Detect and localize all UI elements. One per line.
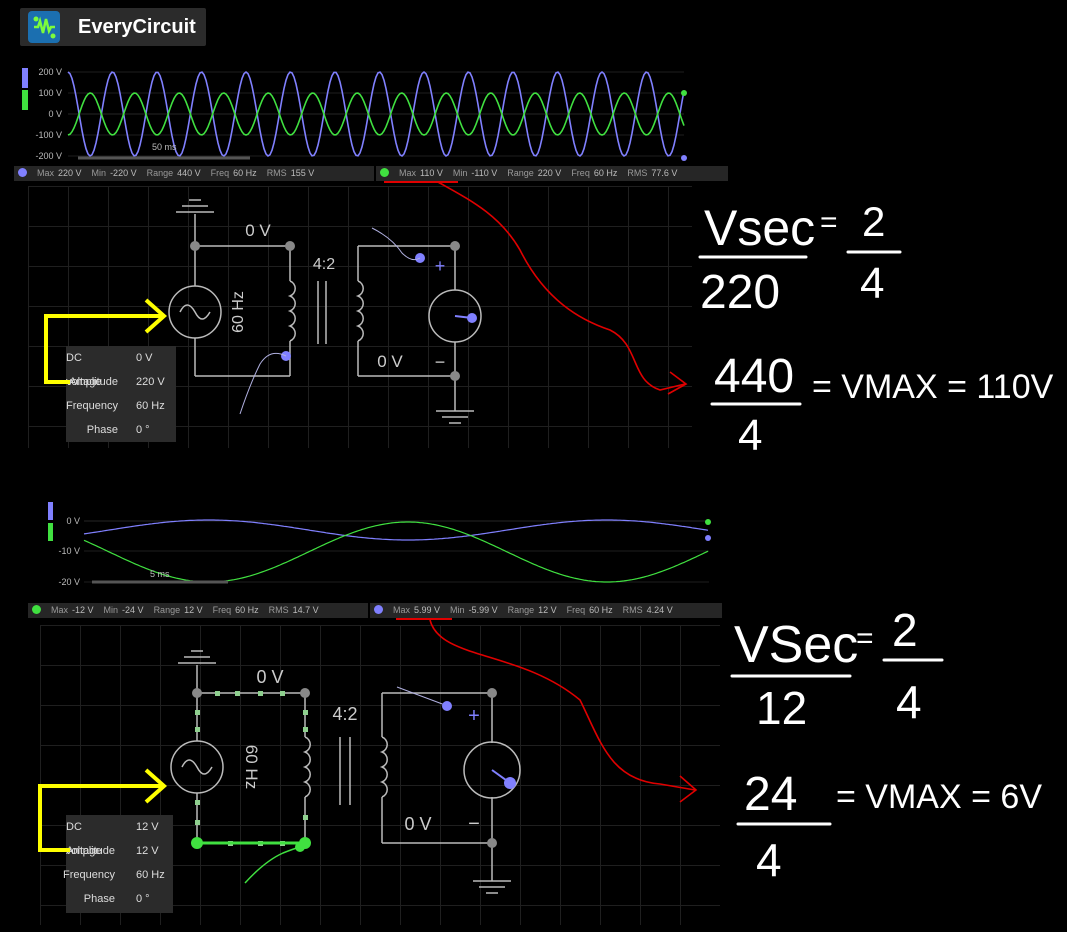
note-4-numerator: 24 [744,768,797,821]
note-3-numerator: VSec [734,616,858,674]
note-2-numerator: 440 [714,350,794,403]
note-4-denominator: 4 [756,834,782,886]
note-3-denominator: 12 [756,682,807,734]
note-1-ratio-den: 4 [860,259,884,308]
note-1-ratio-num: 2 [862,198,885,245]
red-arrow-1 [437,181,686,391]
note-3-ratio-num: 2 [892,604,918,656]
note-1-denominator: 220 [700,266,780,319]
yellow-bracket-1 [44,314,162,384]
note-3-eq: = [856,622,874,655]
yellow-bracket-2 [38,784,162,852]
note-1-numerator: Vsec [704,200,815,256]
red-arrow-2 [429,619,696,791]
note-1-eq: = [820,206,838,239]
note-2-denominator: 4 [738,411,762,460]
note-3-ratio-den: 4 [896,676,922,728]
annotation-overlay: Vsec = 220 2 4 440 4 = VMAX = 110V VSec … [38,181,1054,886]
note-4-result: = VMAX = 6V [836,778,1042,816]
note-2-result: = VMAX = 110V [812,368,1054,406]
